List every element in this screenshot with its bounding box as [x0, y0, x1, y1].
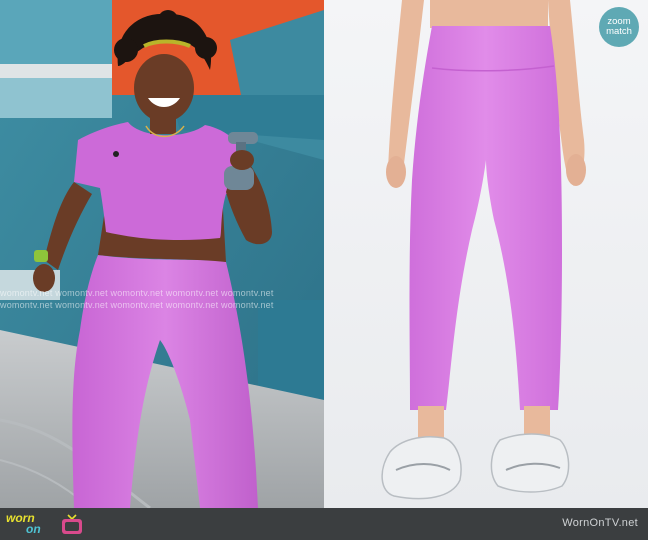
tv-icon	[62, 514, 82, 534]
site-url[interactable]: WornOnTV.net	[562, 517, 638, 529]
product-photo	[324, 0, 648, 508]
tv-scene-photo: womontv.net womontv.net womontv.net womo…	[0, 0, 324, 508]
zoom-match-button[interactable]: zoom match	[599, 7, 639, 47]
logo-word-on: on	[26, 522, 41, 536]
match-label: match	[606, 26, 632, 37]
tv-scene-illustration	[0, 0, 324, 508]
footer-bar: worn on WornOnTV.net	[0, 508, 648, 540]
leggings-illustration	[324, 0, 648, 508]
page: womontv.net womontv.net womontv.net womo…	[0, 0, 648, 540]
wornontv-logo[interactable]: worn on	[4, 511, 84, 537]
